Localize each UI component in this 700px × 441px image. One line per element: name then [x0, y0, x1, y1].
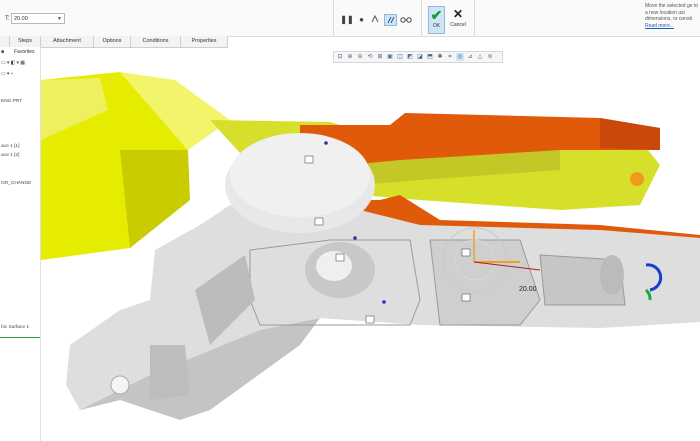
annotation-icon[interactable]: ⊿: [466, 53, 474, 61]
stop-button[interactable]: ●: [357, 14, 366, 26]
view-toolbar: ⊡ ⊕ ⊖ ⟲ ⊞ ▣ ◫ ◩ ◪ ⬒ ✱ ⌗ ◎ ⊿ △ ≋: [333, 51, 503, 63]
tree-item[interactable]: hic Surface 1: [1, 325, 29, 330]
tree-selection-line: [0, 337, 40, 338]
help-box: Move the selected ge to a new location u…: [645, 3, 700, 39]
snap-icon[interactable]: [369, 14, 381, 26]
saved-views-icon[interactable]: ◫: [396, 53, 404, 61]
tree-item[interactable]: ace 1 [1]: [1, 144, 19, 149]
datum-display-icon[interactable]: ✱: [436, 53, 444, 61]
tree-item[interactable]: GR_CHANGE: [1, 181, 31, 186]
zoom-out-icon[interactable]: ⊖: [356, 53, 364, 61]
tab-attachment[interactable]: Attachment: [41, 36, 94, 47]
time-input[interactable]: 20.00 ▼: [11, 13, 65, 24]
tab-steps[interactable]: Steps: [10, 36, 41, 47]
ribbon-separator: [474, 0, 475, 36]
appearance-icon[interactable]: ≋: [486, 53, 494, 61]
dimension-value[interactable]: 20.00: [519, 286, 537, 293]
model-tree-panel: ■ Favorites ▭ ▾ ◧ ▾ ▦ ▭ ▾ + ENG.PRT ace …: [0, 47, 41, 441]
tab-properties[interactable]: Properties: [181, 36, 228, 47]
tab-options[interactable]: Options: [94, 36, 131, 47]
ribbon-separator: [333, 0, 334, 36]
tree-item[interactable]: ENG.PRT: [1, 99, 22, 104]
repaint-icon[interactable]: ⟲: [366, 53, 374, 61]
read-more-link[interactable]: Read more...: [645, 23, 700, 30]
view-manager-icon[interactable]: ▣: [386, 53, 394, 61]
cancel-label: Cancel: [450, 22, 466, 28]
favorites-tab[interactable]: Favorites: [14, 49, 35, 55]
axis-display-icon[interactable]: ⌗: [446, 53, 454, 61]
checkmark-icon: ✔: [430, 7, 443, 23]
tab-conditions[interactable]: Conditions: [131, 36, 181, 47]
perspective-icon[interactable]: ◪: [416, 53, 424, 61]
cancel-button[interactable]: ✕ Cancel: [448, 6, 468, 34]
tab-spacer: [0, 36, 10, 47]
constraint-toggle-button[interactable]: [384, 14, 397, 26]
display-style-icon[interactable]: ◩: [406, 53, 414, 61]
ok-button[interactable]: ✔ OK: [428, 6, 445, 34]
pan-icon[interactable]: ⊞: [376, 53, 384, 61]
model-viewport[interactable]: [41, 64, 700, 441]
glasses-icon[interactable]: [399, 14, 413, 26]
ok-label: OK: [432, 23, 441, 29]
chevron-down-icon[interactable]: ▼: [57, 14, 62, 25]
pause-button[interactable]: ❚❚: [340, 14, 354, 26]
zoom-in-icon[interactable]: ⊕: [346, 53, 354, 61]
section-icon[interactable]: ⬒: [426, 53, 434, 61]
folder-icon[interactable]: ■: [1, 49, 4, 55]
tree-toolbar[interactable]: ▭ ▾ ◧ ▾ ▦: [1, 61, 25, 66]
help-text: Move the selected ge to a new location u…: [645, 3, 699, 22]
zoom-fit-icon[interactable]: ⊡: [336, 53, 344, 61]
time-label: T:: [5, 16, 10, 22]
spin-center-icon[interactable]: ◎: [456, 53, 464, 61]
close-icon: ✕: [452, 7, 464, 21]
tree-item[interactable]: ace 1 [2]: [1, 153, 19, 158]
render-icon[interactable]: △: [476, 53, 484, 61]
ribbon: T: 20.00 ▼ ❚❚ ● ✔ OK ✕ Cancel Move the s…: [0, 0, 700, 37]
time-value: 20.00: [14, 16, 28, 22]
ribbon-separator: [421, 0, 422, 36]
tree-filter[interactable]: ▭ ▾ +: [1, 72, 13, 77]
